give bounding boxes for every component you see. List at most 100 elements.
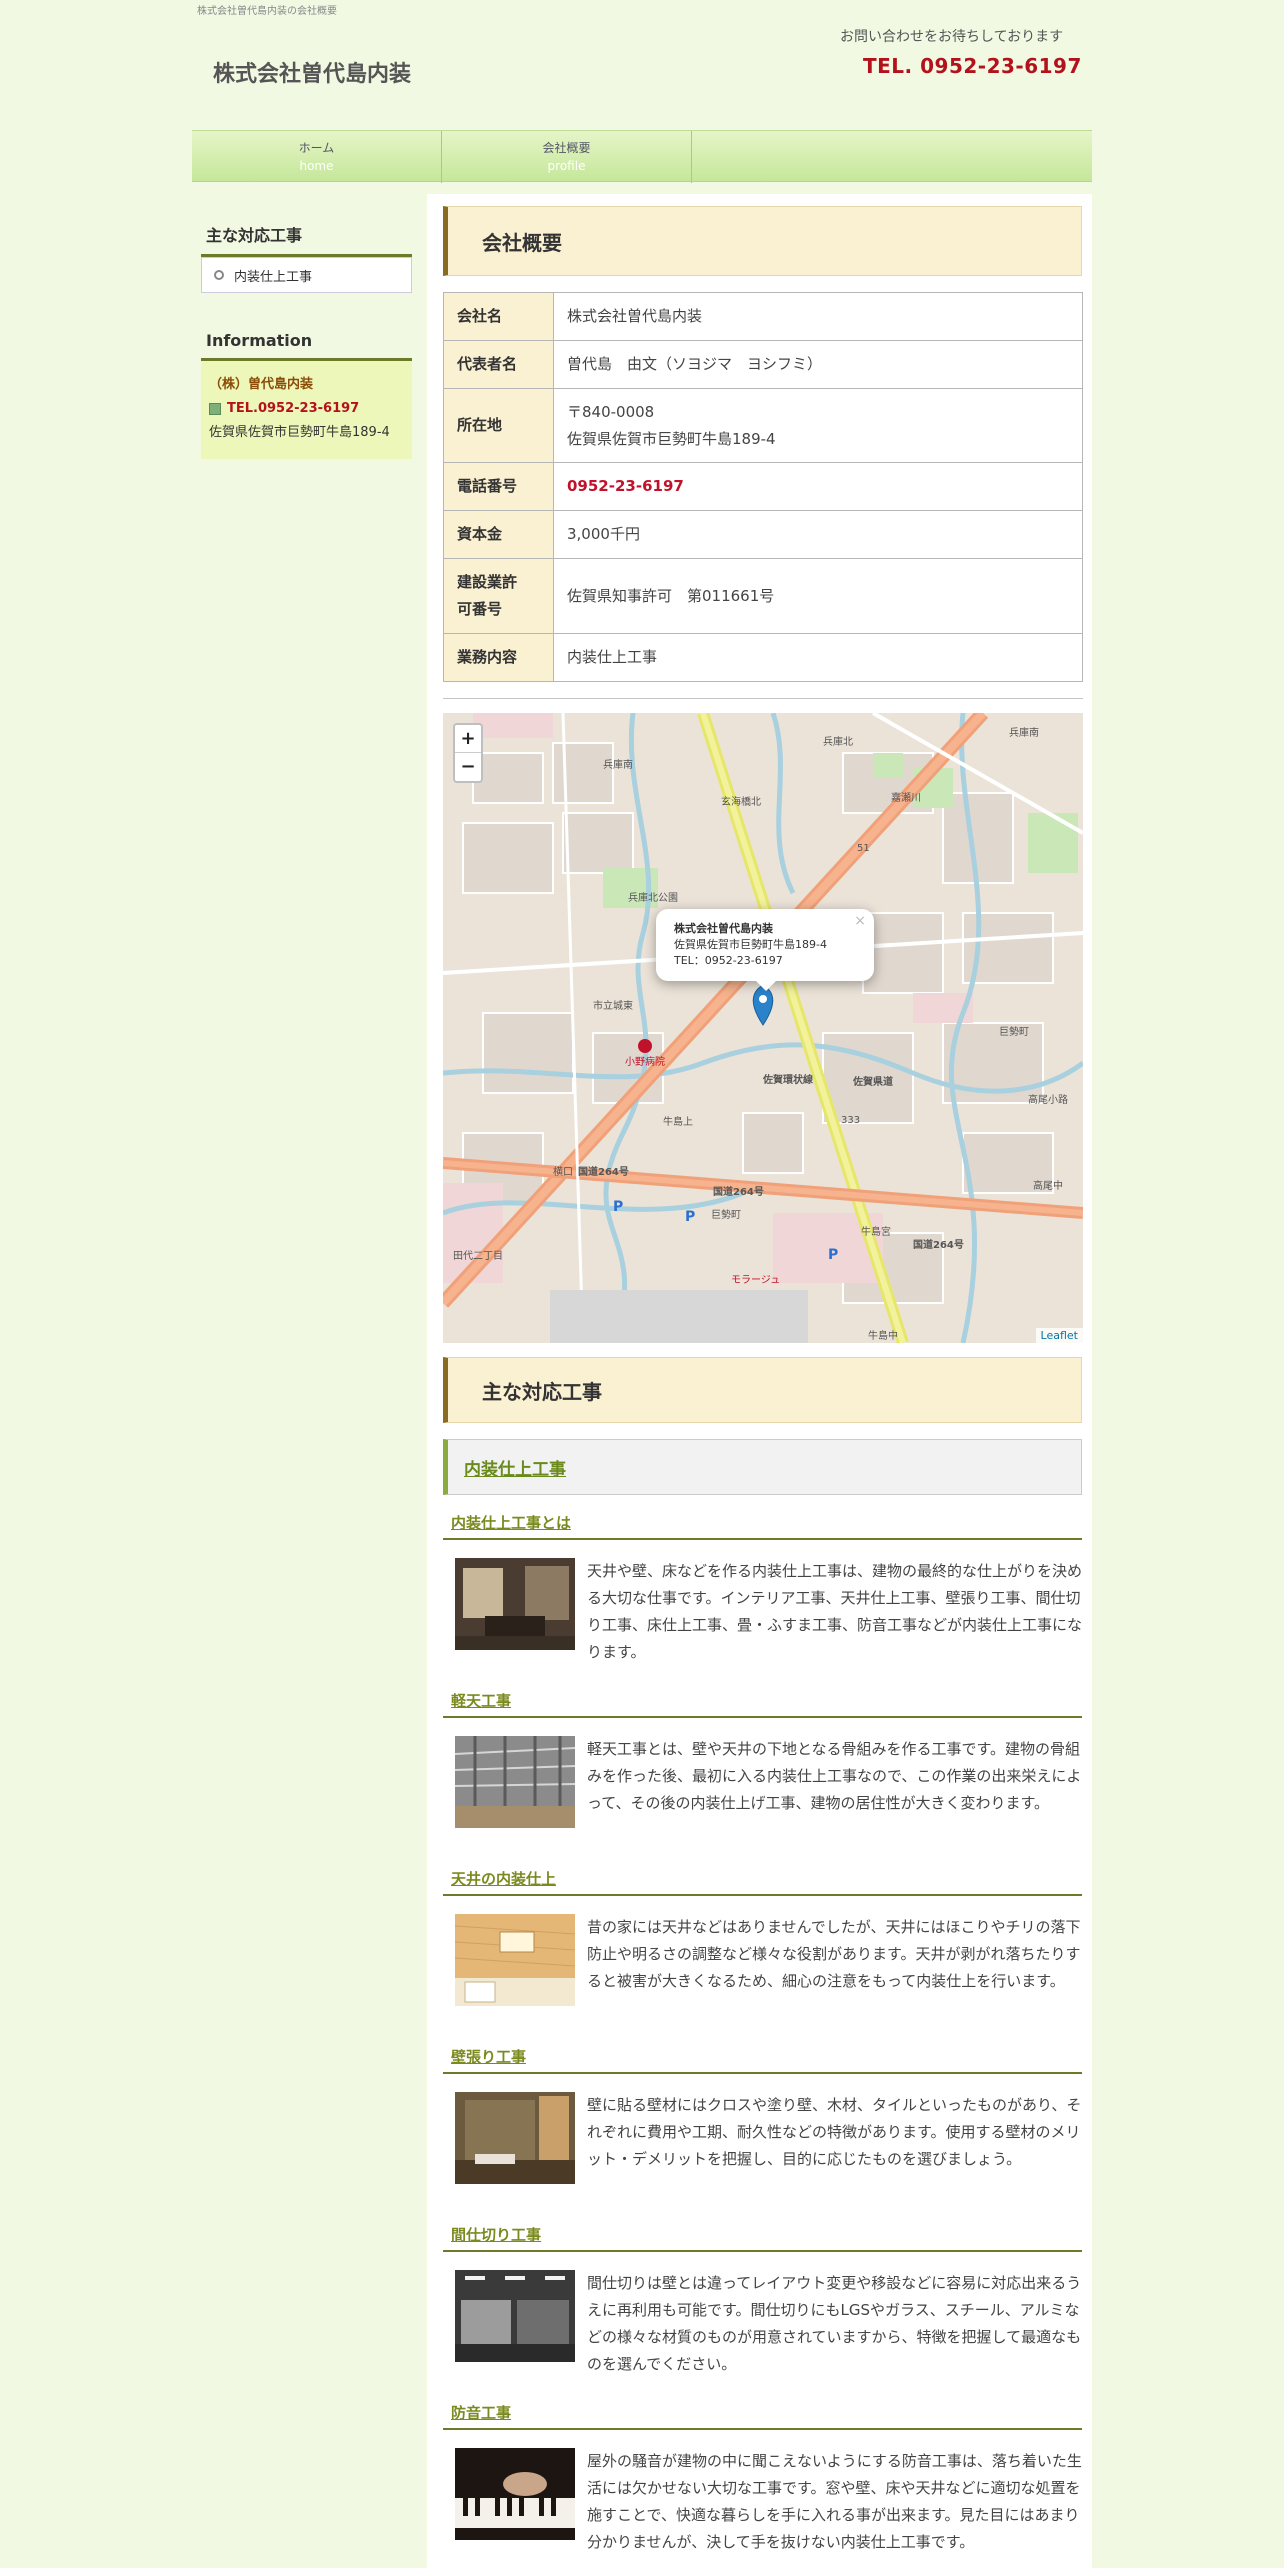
map-label: 巨勢町 — [999, 1025, 1029, 1038]
table-phone-link[interactable]: 0952-23-6197 — [553, 462, 1083, 511]
nav-item-profile[interactable]: 会社概要 profile — [442, 131, 692, 183]
nav-item-label: 会社概要 — [542, 141, 591, 155]
sidebar-works-heading: 主な対応工事 — [201, 210, 412, 257]
sidebar: 主な対応工事 内装仕上工事 Information （株）曽代島内装 TEL.0… — [201, 210, 412, 459]
map-label: 田代二丁目 — [453, 1250, 503, 1262]
work-item-title[interactable]: 軽天工事 — [443, 1690, 1082, 1718]
header-phone[interactable]: TEL. 0952-23-6197 — [863, 54, 1082, 78]
works-heading: 主な対応工事 — [443, 1357, 1082, 1423]
nav-item-home[interactable]: ホーム home — [192, 131, 442, 183]
map-label: 横口 — [553, 1165, 573, 1178]
table-row: 所在地 〒840-0008 佐賀県佐賀市巨勢町牛島189-4 — [443, 388, 1083, 463]
company-profile-table: 会社名 株式会社曽代島内装 代表者名 曽代島 由文（ソヨジマ ヨシフミ） 所在地… — [443, 292, 1083, 682]
work-item-title[interactable]: 内装仕上工事とは — [443, 1512, 1082, 1540]
map-tiles[interactable]: 兵庫南 兵庫北 兵庫南 嘉瀬川 玄海橋北 兵庫北公園 市立城東 小野病院 佐賀環… — [443, 713, 1083, 1343]
map-label: 市立城東 — [593, 999, 633, 1012]
work-item-title[interactable]: 間仕切り工事 — [443, 2224, 1082, 2252]
work-section: 天井の内装仕上 昔の家には天井などはありませんでしたが、天井にはほこりやチリの落… — [443, 1868, 1082, 2044]
table-value: 株式会社曽代島内装 — [553, 292, 1083, 341]
table-value: 佐賀県知事許可 第011661号 — [553, 558, 1083, 634]
work-photo-wallpaper — [455, 2092, 575, 2184]
popup-address: 佐賀県佐賀市巨勢町牛島189-4 — [674, 938, 827, 951]
work-section: 防音工事 屋外の騒音が建物の中に聞こえないようにする防音工事は、落ち着いた生活に… — [443, 2402, 1082, 2568]
table-row: 代表者名 曽代島 由文（ソヨジマ ヨシフミ） — [443, 340, 1083, 389]
work-item-title[interactable]: 防音工事 — [443, 2402, 1082, 2430]
work-photo-partition — [455, 2270, 575, 2362]
work-item-text: 昔の家には天井などはありませんでしたが、天井にはほこりやチリの落下防止や明るさの… — [587, 1918, 1081, 1990]
work-item-title[interactable]: 天井の内装仕上 — [443, 1868, 1082, 1896]
nav-item-sublabel: profile — [547, 159, 586, 173]
work-photo-interior — [455, 1558, 575, 1650]
work-item-title[interactable]: 壁張り工事 — [443, 2046, 1082, 2074]
svg-text:P: P — [613, 1199, 623, 1215]
map[interactable]: 兵庫南 兵庫北 兵庫南 嘉瀬川 玄海橋北 兵庫北公園 市立城東 小野病院 佐賀環… — [443, 713, 1083, 1343]
work-section: 内装仕上工事とは 天井や壁、床などを作る内装仕上工事は、建物の最終的な仕上がりを… — [443, 1512, 1082, 1688]
table-key: 業務内容 — [443, 633, 554, 682]
work-item-text: 間仕切りは壁とは違ってレイアウト変更や移設などに容易に対応出来るうえに再利用も可… — [587, 2274, 1082, 2373]
map-label: 牛島上 — [663, 1115, 693, 1128]
map-label: 佐賀県道 — [852, 1075, 893, 1088]
work-item: 屋外の騒音が建物の中に聞こえないようにする防音工事は、落ち着いた生活には欠かせな… — [443, 2430, 1082, 2568]
phone-icon — [209, 403, 221, 415]
zoom-control: + − — [453, 723, 483, 783]
street-address: 佐賀県佐賀市巨勢町牛島189-4 — [567, 429, 776, 448]
popup-company-name: 株式会社曽代島内装 — [674, 921, 856, 937]
map-label: 兵庫南 — [1009, 726, 1039, 739]
zoom-in-button[interactable]: + — [455, 725, 481, 753]
work-item: 天井や壁、床などを作る内装仕上工事は、建物の最終的な仕上がりを決める大切な仕事で… — [443, 1540, 1082, 1688]
map-label: 玄海橋北 — [721, 795, 761, 808]
work-photo-piano — [455, 2448, 575, 2540]
table-value: 3,000千円 — [553, 510, 1083, 559]
site-title[interactable]: 株式会社曽代島内装 — [213, 56, 411, 88]
nav-item-sublabel: home — [299, 159, 334, 173]
info-box: （株）曽代島内装 TEL.0952-23-6197 佐賀県佐賀市巨勢町牛島189… — [201, 361, 412, 459]
table-row: 資本金 3,000千円 — [443, 510, 1083, 559]
map-label: 高尾中 — [1033, 1179, 1063, 1192]
map-label: 小野病院 — [625, 1055, 665, 1068]
work-item-text: 軽天工事とは、壁や天井の下地となる骨組みを作る工事です。建物の骨組みを作った後、… — [587, 1740, 1082, 1812]
map-label: 牛島宮 — [861, 1225, 891, 1238]
global-nav: ホーム home 会社概要 profile — [192, 130, 1092, 183]
table-key: 代表者名 — [443, 340, 554, 389]
map-label: 巨勢町 — [711, 1208, 741, 1221]
table-key: 建設業許 可番号 — [443, 558, 554, 634]
sidebar-item-interior-finish[interactable]: 内装仕上工事 — [201, 257, 412, 293]
map-label: 兵庫北 — [823, 735, 853, 748]
table-key-line: 可番号 — [457, 600, 503, 618]
work-photo-ceiling — [455, 1914, 575, 2006]
info-address: 佐賀県佐賀市巨勢町牛島189-4 — [209, 425, 390, 440]
map-label: 国道264号 — [913, 1238, 964, 1251]
table-key-line: 建設業許 — [457, 573, 518, 591]
map-label: 兵庫北公園 — [628, 891, 678, 904]
postal-code: 〒840-0008 — [567, 402, 655, 421]
contact-note: お問い合わせをお待ちしております — [840, 29, 1064, 45]
svg-text:P: P — [828, 1247, 838, 1263]
table-key: 会社名 — [443, 292, 554, 341]
zoom-out-button[interactable]: − — [455, 753, 481, 781]
leaflet-attribution-link[interactable]: Leaflet — [1035, 1328, 1083, 1343]
map-overlay — [550, 1290, 808, 1343]
hospital-icon — [638, 1039, 652, 1053]
profile-heading: 会社概要 — [443, 206, 1082, 276]
circle-bullet-icon — [214, 270, 224, 280]
sidebar-item-label: 内装仕上工事 — [234, 269, 313, 285]
divider — [443, 698, 1083, 699]
page-caption: 株式会社曽代島内装の会社概要 — [197, 6, 337, 17]
map-label: 国道264号 — [713, 1185, 764, 1198]
map-label: 兵庫南 — [603, 758, 633, 771]
map-label: モラージュ — [731, 1274, 780, 1286]
table-row: 電話番号 0952-23-6197 — [443, 462, 1083, 511]
work-item-text: 壁に貼る壁材にはクロスや塗り壁、木材、タイルといったものがあり、それぞれに費用や… — [587, 2096, 1082, 2168]
work-section: 軽天工事 軽天工事とは、壁や天井の下地となる骨組みを作る工事です。建物の骨組みを… — [443, 1690, 1082, 1866]
close-icon[interactable]: × — [854, 913, 866, 929]
map-label: 高尾小路 — [1028, 1093, 1068, 1106]
table-key: 資本金 — [443, 510, 554, 559]
info-phone[interactable]: TEL.0952-23-6197 — [209, 397, 404, 421]
map-label: 佐賀環状線 — [762, 1073, 813, 1086]
table-value: 〒840-0008 佐賀県佐賀市巨勢町牛島189-4 — [553, 388, 1083, 463]
info-phone-text: TEL.0952-23-6197 — [227, 401, 360, 416]
svg-text:P: P — [685, 1209, 695, 1225]
map-label: 牛島中 — [868, 1329, 898, 1342]
work-item: 間仕切りは壁とは違ってレイアウト変更や移設などに容易に対応出来るうえに再利用も可… — [443, 2252, 1082, 2400]
works-subheading-link[interactable]: 内装仕上工事 — [443, 1439, 1082, 1495]
